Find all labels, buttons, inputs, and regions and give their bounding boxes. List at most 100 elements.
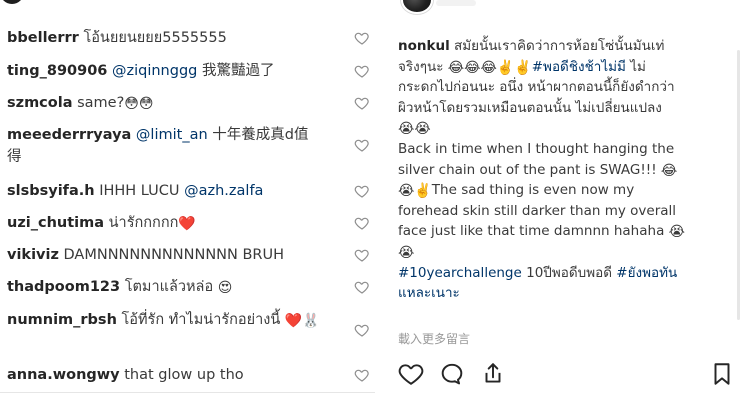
- caption-line: ผิวหน้าโดยรวมเหมือนตอนนั้น ไม่เปลี่ยนแปล…: [398, 98, 728, 119]
- heart-icon[interactable]: [354, 183, 370, 199]
- emoji-heart-eyes: 😍: [217, 280, 233, 296]
- emoji-heart: ❤️: [178, 216, 196, 232]
- heart-icon[interactable]: [354, 322, 370, 338]
- comment-body: โอ้นยยนยยย5555555: [83, 30, 227, 46]
- caption-hashtag[interactable]: แหละเนาะ: [398, 285, 460, 301]
- caption-emoji: 😭😭: [398, 121, 431, 138]
- comment-username[interactable]: szmcola: [7, 95, 73, 111]
- caption-emoji: 😭: [668, 224, 685, 241]
- caption-line: silver chain out of the pant is SWAG!!! …: [398, 160, 728, 181]
- comment-username[interactable]: slsbsyifa.h: [7, 183, 95, 199]
- caption-line: #10yearchallenge 10ปีพอดีบพอดี #ยังพอทัน: [398, 263, 728, 284]
- heart-icon[interactable]: [354, 63, 370, 79]
- comment-mention[interactable]: @limit_an: [136, 127, 208, 143]
- right-post-panel: nonkul สมัยนั้นเราคิดว่าการห้อยโซ่นั้นมั…: [386, 0, 746, 400]
- heart-icon[interactable]: [354, 279, 370, 295]
- caption-line: แหละเนาะ: [398, 283, 728, 304]
- comment-body: โตมาแล้วหล่อ: [124, 279, 214, 295]
- caption-text: ไม่: [630, 58, 646, 75]
- comment-text: szmcola same?😳😳: [7, 92, 322, 114]
- caption-line: 😭😭: [398, 118, 728, 139]
- caption-hashtag[interactable]: #ยังพอทัน: [616, 265, 677, 281]
- heart-icon[interactable]: [354, 367, 370, 383]
- comment-row: bbellerrr โอ้นยยนยยย5555555: [0, 27, 375, 49]
- left-comments-panel: bbellerrr โอ้นยยนยยย5555555 ting_890906 …: [0, 0, 375, 400]
- comment-text: slsbsyifa.h IHHH LUCU @azh.zalfa: [7, 180, 322, 202]
- comment-username[interactable]: vikiviz: [7, 247, 59, 263]
- post-actions: [386, 355, 746, 395]
- comment-body: that glow up tho: [124, 367, 244, 383]
- comment-row: szmcola same?😳😳: [0, 92, 375, 114]
- caption-text: face just like that time damnnn hahaha: [398, 223, 665, 240]
- comment-text: uzi_chutima น่ารักกกกก❤️: [7, 212, 322, 234]
- comment-text: ting_890906 @ziqinnggg 我驚豔過了: [7, 60, 322, 82]
- caption-text: กระดกไปก่อนนะ อนึ่ง หน้าผากตอนนี้ก็ยังดำ…: [398, 79, 675, 96]
- caption-hashtag[interactable]: #10yearchallenge: [398, 265, 522, 281]
- caption-line: face just like that time damnnn hahaha 😭: [398, 221, 728, 242]
- bookmark-icon[interactable]: [709, 361, 735, 387]
- comment-body: โอ้ที่รัก ทำไมน่ารักอย่างนี้: [121, 312, 281, 328]
- caption-line: nonkul สมัยนั้นเราคิดว่าการห้อยโซ่นั้นมั…: [398, 36, 728, 57]
- caption-text: ผิวหน้าโดยรวมเหมือนตอนนั้น ไม่เปลี่ยนแปล…: [398, 99, 662, 116]
- comment-mention[interactable]: @ziqinnggg: [112, 63, 197, 79]
- comment-username[interactable]: numnim_rbsh: [7, 312, 117, 328]
- comment-text: numnim_rbsh โอ้ที่รัก ทำไมน่ารักอย่างนี้…: [7, 309, 322, 331]
- comment-row: vikiviz DAMNNNNNNNNNNNNN BRUH: [0, 244, 375, 266]
- comment-username[interactable]: anna.wongwy: [7, 367, 120, 383]
- heart-icon[interactable]: [354, 215, 370, 231]
- heart-icon[interactable]: [354, 95, 370, 111]
- comment-body: same?: [77, 95, 125, 111]
- left-top-avatar: [0, 0, 24, 4]
- comment-username[interactable]: uzi_chutima: [7, 215, 104, 231]
- caption-line: 😭✌️The sad thing is even now my: [398, 180, 728, 201]
- comment-body: DAMNNNNNNNNNNNNN BRUH: [63, 247, 285, 263]
- share-icon[interactable]: [480, 361, 506, 387]
- comment-username[interactable]: thadpoom123: [7, 279, 120, 295]
- heart-icon[interactable]: [354, 247, 370, 263]
- caption-line: forehead skin still darker than my overa…: [398, 201, 728, 222]
- caption-text: Back in time when I thought hanging the: [398, 140, 675, 157]
- emoji-heart-rabbit: ❤️🐰: [284, 313, 320, 329]
- comment-username[interactable]: bbellerrr: [7, 30, 79, 46]
- caption-text: จริงๆนะ: [398, 58, 444, 75]
- caption-text: สมัยนั้นเราคิดว่าการห้อยโซ่นั้นมันเท่: [454, 38, 665, 54]
- comment-row: numnim_rbsh โอ้ที่รัก ทำไมน่ารักอย่างนี้…: [0, 309, 375, 353]
- caption-scrollbar[interactable]: [737, 50, 740, 320]
- caption-hashtag[interactable]: #พอดีชิงช้าไม่มี: [532, 59, 626, 75]
- right-top-avatar[interactable]: [401, 0, 433, 14]
- heart-icon[interactable]: [354, 137, 370, 153]
- comment-mention[interactable]: @azh.zalfa: [184, 183, 263, 199]
- caption-line: จริงๆนะ 😂😂😂✌️✌️#พอดีชิงช้าไม่มี ไม่: [398, 57, 728, 78]
- comment-username[interactable]: meeederrryaya: [7, 127, 131, 143]
- caption-line: Back in time when I thought hanging the: [398, 139, 728, 160]
- caption-line: 😭: [398, 242, 728, 263]
- heart-icon[interactable]: [354, 30, 370, 46]
- comment-row: ting_890906 @ziqinnggg 我驚豔過了: [0, 60, 375, 82]
- comment-text: anna.wongwy that glow up tho: [7, 364, 322, 386]
- comment-row: thadpoom123 โตมาแล้วหล่อ 😍: [0, 276, 375, 298]
- comment-row: meeederrryaya @limit_an 十年養成真d值得: [0, 124, 375, 168]
- comment-text: meeederrryaya @limit_an 十年養成真d值得: [7, 124, 322, 168]
- comment-icon[interactable]: [439, 361, 465, 387]
- heart-icon[interactable]: [398, 361, 424, 387]
- caption-emoji: 😂: [660, 162, 678, 179]
- load-more-comments[interactable]: 載入更多留言: [398, 330, 470, 347]
- emoji-flushed: 😳😳: [124, 96, 154, 112]
- divider: [0, 392, 375, 393]
- caption-text: forehead skin still darker than my overa…: [398, 202, 677, 219]
- caption-emoji: 😂😂😂✌️✌️: [447, 59, 532, 76]
- caption-emoji: 😭: [398, 244, 415, 261]
- comment-body: น่ารักกกกก: [108, 215, 179, 231]
- caption-text: The sad thing is even now my: [431, 182, 635, 199]
- right-top-name-bar: [436, 0, 476, 6]
- comment-row: uzi_chutima น่ารักกกกก❤️: [0, 212, 375, 234]
- post-username[interactable]: nonkul: [398, 38, 450, 54]
- caption-text: 10ปีพอดีบพอดี: [526, 264, 612, 281]
- comment-body: 我驚豔過了: [201, 63, 275, 79]
- comment-text: bbellerrr โอ้นยยนยยย5555555: [7, 27, 322, 49]
- caption-line: กระดกไปก่อนนะ อนึ่ง หน้าผากตอนนี้ก็ยังดำ…: [398, 77, 728, 98]
- comment-username[interactable]: ting_890906: [7, 63, 107, 79]
- comment-row: slsbsyifa.h IHHH LUCU @azh.zalfa: [0, 180, 375, 202]
- instagram-comments-screenshot: bbellerrr โอ้นยยนยยย5555555 ting_890906 …: [0, 0, 746, 400]
- caption-emoji: 😭✌️: [398, 183, 432, 200]
